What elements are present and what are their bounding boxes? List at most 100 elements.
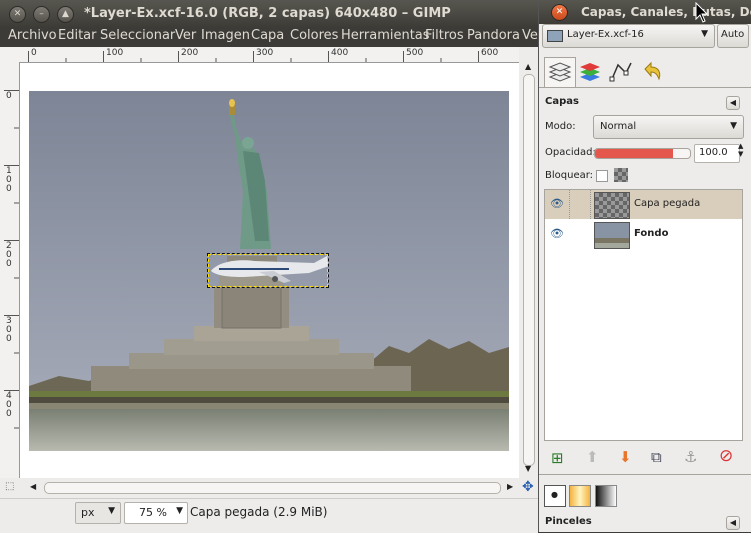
auto-button[interactable]: Auto — [717, 24, 749, 48]
menu-pandora[interactable]: Pandora — [467, 28, 520, 43]
minimize-window-button[interactable]: – — [33, 6, 50, 23]
maximize-window-button[interactable]: ▲ — [57, 6, 74, 23]
unit-value: px — [81, 506, 95, 519]
tab-patterns[interactable] — [569, 485, 591, 507]
paths-icon — [609, 62, 632, 82]
visibility-toggle[interactable]: 👁 — [545, 220, 569, 249]
tab-brush-selector[interactable]: ● — [544, 485, 566, 507]
status-message: Capa pegada (2.9 MiB) — [190, 505, 328, 519]
horizontal-scroll-thumb[interactable] — [44, 482, 501, 494]
vertical-scroll-thumb[interactable] — [523, 74, 535, 466]
layer-row-capa-pegada[interactable]: 👁 Capa pegada — [545, 190, 742, 219]
ruler-corner[interactable] — [0, 47, 20, 63]
ruler-label: 0 — [31, 48, 37, 58]
chain-toggle[interactable] — [570, 190, 591, 219]
tab-paths[interactable] — [606, 57, 636, 87]
tab-undo-history[interactable] — [637, 57, 667, 87]
tab-layers[interactable] — [544, 57, 576, 88]
mode-selector[interactable]: Normal ▼ — [593, 115, 744, 139]
menu-ver[interactable]: Ver — [175, 28, 196, 43]
vertical-ruler[interactable]: 0 100 200 300 400 — [0, 62, 20, 478]
brush-dot-icon: ● — [551, 490, 558, 499]
visibility-toggle[interactable]: 👁 — [545, 190, 570, 219]
new-layer-icon[interactable]: ⊞ — [551, 449, 564, 467]
navigate-icon[interactable]: ✥ — [522, 479, 534, 495]
channels-icon — [580, 63, 600, 81]
zoom-selector[interactable]: 75 % ▼ — [124, 502, 188, 524]
horizontal-scroll-row: ⬚ ◀ ▶ ✥ — [0, 478, 538, 498]
close-dock-button[interactable]: ✕ — [551, 4, 568, 21]
quick-mask-icon[interactable]: ⬚ — [5, 481, 14, 492]
menu-bar: Archivo Editar Seleccionar Ver Imagen Ca… — [0, 27, 538, 47]
opacity-slider[interactable] — [594, 148, 691, 159]
pasted-layer-boundary[interactable] — [207, 253, 329, 288]
mode-value: Normal — [600, 121, 637, 132]
scroll-down-arrow-icon[interactable]: ▼ — [525, 464, 531, 473]
layers-list[interactable]: 👁 Capa pegada 👁 Fondo — [544, 189, 743, 441]
delete-layer-icon[interactable]: ⊘ — [719, 446, 733, 466]
ruler-label: 500 — [406, 48, 424, 58]
lock-alpha-icon[interactable] — [614, 168, 628, 182]
menu-seleccionar[interactable]: Seleccionar — [100, 28, 175, 43]
duplicate-layer-icon[interactable]: ⧉ — [651, 448, 662, 466]
vertical-scrollbar[interactable]: ▲ ▼ — [519, 62, 538, 478]
dropdown-arrow-icon: ▼ — [701, 29, 708, 39]
layer-name[interactable]: Capa pegada — [634, 198, 700, 209]
chain-toggle[interactable] — [570, 220, 590, 249]
lower-layer-icon[interactable]: ⬇ — [619, 448, 632, 466]
opacity-label: Opacidad: — [545, 147, 596, 158]
menu-imagen[interactable]: Imagen — [201, 28, 250, 43]
layer-thumbnail — [594, 192, 630, 219]
mouse-cursor-icon — [695, 2, 709, 23]
layer-thumbnail — [594, 222, 630, 249]
image-window: ✕ – ▲ *Layer-Ex.xcf-16.0 (RGB, 2 capas) … — [0, 0, 539, 533]
configure-tab-button[interactable]: ◀ — [726, 96, 740, 110]
menu-herramientas[interactable]: Herramientas — [341, 28, 430, 43]
tab-channels[interactable] — [575, 57, 605, 87]
menu-filtros[interactable]: Filtros — [425, 28, 464, 43]
status-bar: px ▼ 75 % ▼ Capa pegada (2.9 MiB) — [0, 498, 538, 533]
spin-button-icon[interactable]: ▲ ▼ — [738, 142, 743, 158]
ruler-label: 400 — [331, 48, 349, 58]
ruler-label: 200 — [181, 48, 199, 58]
menu-archivo[interactable]: Archivo — [8, 28, 57, 43]
image-selector-value: Layer-Ex.xcf-16 — [567, 29, 644, 40]
layer-name[interactable]: Fondo — [634, 228, 668, 239]
ruler-label: 0 — [6, 91, 12, 101]
image-canvas[interactable] — [20, 63, 519, 478]
menu-ver-2[interactable]: Ver — [522, 28, 538, 43]
unit-selector[interactable]: px ▼ — [75, 502, 121, 524]
horizontal-ruler[interactable]: 0 100 200 300 400 500 600 — [19, 47, 519, 63]
dock-title-bar[interactable]: ✕ Capas, Canales, Rutas, De — [539, 0, 751, 24]
title-bar[interactable]: ✕ – ▲ *Layer-Ex.xcf-16.0 (RGB, 2 capas) … — [0, 0, 538, 27]
lock-label: Bloquear: — [545, 170, 594, 181]
zoom-value: 75 % — [139, 506, 167, 519]
undo-history-icon — [644, 61, 661, 81]
scroll-left-arrow-icon[interactable]: ◀ — [30, 482, 36, 491]
menu-editar[interactable]: Editar — [58, 28, 97, 43]
raise-layer-icon[interactable]: ⬆ — [586, 448, 599, 466]
ruler-label: 100 — [106, 48, 124, 58]
brushes-configure-button[interactable]: ◀ — [726, 516, 740, 530]
opacity-slider-fill — [595, 149, 673, 158]
close-window-button[interactable]: ✕ — [9, 6, 26, 23]
anchor-layer-icon[interactable]: ⚓ — [684, 448, 697, 466]
menu-colores[interactable]: Colores — [290, 28, 338, 43]
image-content[interactable] — [29, 91, 509, 451]
window-title: *Layer-Ex.xcf-16.0 (RGB, 2 capas) 640x48… — [84, 6, 451, 21]
image-selector[interactable]: Layer-Ex.xcf-16 ▼ — [542, 24, 715, 48]
dropdown-arrow-icon: ▼ — [108, 506, 115, 516]
scroll-right-arrow-icon[interactable]: ▶ — [507, 482, 513, 491]
section-title: Capas — [545, 96, 579, 107]
layers-dock: ✕ Capas, Canales, Rutas, De Layer-Ex.xcf… — [539, 0, 751, 532]
layer-buttons: ⊞ ⬆ ⬇ ⧉ ⚓ ⊘ — [539, 445, 751, 469]
menu-capa[interactable]: Capa — [251, 28, 284, 43]
mode-label: Modo: — [545, 121, 576, 132]
layer-row-fondo[interactable]: 👁 Fondo — [545, 220, 742, 249]
lock-pixels-checkbox[interactable] — [596, 170, 608, 182]
dock-separator — [539, 474, 751, 475]
dock-title: Capas, Canales, Rutas, De — [581, 5, 751, 19]
scroll-up-arrow-icon[interactable]: ▲ — [525, 62, 531, 71]
opacity-input[interactable]: 100.0 — [694, 144, 740, 163]
tab-gradients[interactable] — [595, 485, 617, 507]
